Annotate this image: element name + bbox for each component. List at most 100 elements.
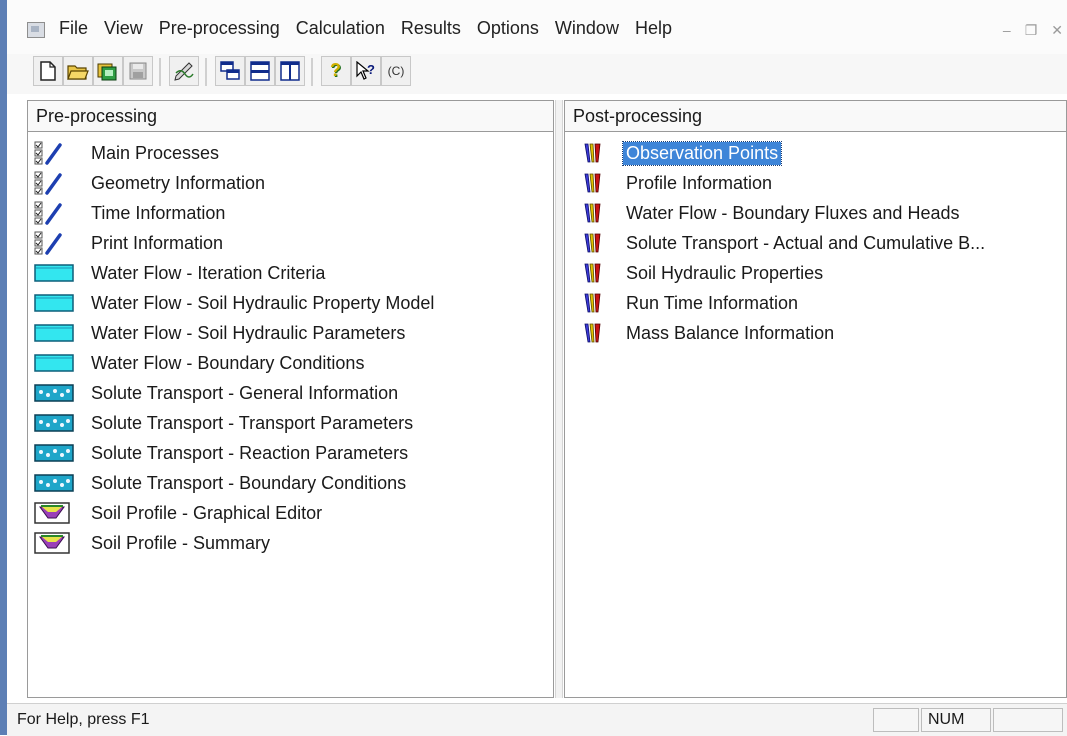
- list-item-label: Water Flow - Soil Hydraulic Property Mod…: [91, 292, 435, 313]
- menu-options[interactable]: Options: [469, 14, 547, 44]
- water-flow-icon: [34, 291, 82, 315]
- menu-help[interactable]: Help: [627, 14, 680, 44]
- list-item[interactable]: Water Flow - Boundary Fluxes and Heads: [565, 198, 1066, 228]
- result-chart-icon: [583, 321, 615, 345]
- solute-transport-icon: [34, 411, 82, 435]
- result-chart-icon: [583, 141, 615, 165]
- list-item-label: Print Information: [91, 232, 224, 253]
- list-item[interactable]: Main Processes: [28, 138, 553, 168]
- menu-pre-processing[interactable]: Pre-processing: [151, 14, 288, 44]
- list-item-label: Soil Profile - Graphical Editor: [91, 502, 323, 523]
- open-folder-icon[interactable]: [63, 56, 93, 86]
- panel-splitter[interactable]: [555, 100, 563, 698]
- list-item[interactable]: Soil Profile - Graphical Editor: [28, 498, 553, 528]
- result-chart-icon: [583, 261, 615, 285]
- cascade-windows-icon[interactable]: [215, 56, 245, 86]
- minimize-icon[interactable]: ‒: [1003, 22, 1011, 39]
- list-item-label: Water Flow - Boundary Fluxes and Heads: [626, 202, 960, 223]
- list-item-label: Water Flow - Soil Hydraulic Parameters: [91, 322, 406, 343]
- list-item-label: Water Flow - Boundary Conditions: [91, 352, 365, 373]
- edit-pencil-icon[interactable]: [169, 56, 199, 86]
- pre-processing-header: Pre-processing: [28, 101, 553, 132]
- list-item-label: Solute Transport - Boundary Conditions: [91, 472, 407, 493]
- checklist-pencil-icon: [34, 141, 82, 165]
- result-chart-icon: [583, 201, 615, 225]
- list-item[interactable]: Solute Transport - General Information: [28, 378, 553, 408]
- result-chart-icon: [583, 171, 615, 195]
- context-help-icon[interactable]: ?: [351, 56, 381, 86]
- list-item[interactable]: Solute Transport - Reaction Parameters: [28, 438, 553, 468]
- status-pane-empty: [873, 708, 919, 732]
- help-icon[interactable]: ??: [321, 56, 351, 86]
- list-item[interactable]: Time Information: [28, 198, 553, 228]
- soil-profile-icon: [34, 531, 82, 555]
- list-item-label: Mass Balance Information: [626, 322, 835, 343]
- solute-transport-icon: [34, 381, 82, 405]
- menu-results[interactable]: Results: [393, 14, 469, 44]
- list-item-label: Solute Transport - General Information: [91, 382, 399, 403]
- toolbar-separator: [159, 58, 161, 86]
- list-item[interactable]: Geometry Information: [28, 168, 553, 198]
- tile-vertical-icon[interactable]: [275, 56, 305, 86]
- list-item[interactable]: Solute Transport - Transport Parameters: [28, 408, 553, 438]
- list-item-label: Solute Transport - Reaction Parameters: [91, 442, 409, 463]
- list-item-label: Geometry Information: [91, 172, 266, 193]
- num-lock-indicator: NUM: [921, 708, 991, 732]
- menu-file[interactable]: File: [51, 14, 96, 44]
- post-processing-header: Post-processing: [565, 101, 1066, 132]
- copyright-icon[interactable]: (C): [381, 56, 411, 86]
- list-item-label: Solute Transport - Transport Parameters: [91, 412, 414, 433]
- list-item-label: Soil Profile - Summary: [91, 532, 271, 553]
- menu-items: File View Pre-processing Calculation Res…: [51, 14, 680, 44]
- new-document-icon[interactable]: [33, 56, 63, 86]
- svg-text:?: ?: [330, 61, 341, 80]
- tile-horizontal-icon[interactable]: [245, 56, 275, 86]
- list-item[interactable]: Water Flow - Soil Hydraulic Property Mod…: [28, 288, 553, 318]
- restore-icon[interactable]: ❐: [1025, 22, 1038, 39]
- list-item[interactable]: Water Flow - Iteration Criteria: [28, 258, 553, 288]
- project-manager-icon[interactable]: [93, 56, 123, 86]
- list-item[interactable]: Solute Transport - Boundary Conditions: [28, 468, 553, 498]
- toolbar: ?? ? (C): [7, 54, 1067, 94]
- app-system-menu-icon[interactable]: [27, 22, 45, 38]
- pre-processing-list: Main Processes Geometry Information Time…: [28, 132, 553, 558]
- list-item[interactable]: Soil Hydraulic Properties: [565, 258, 1066, 288]
- solute-transport-icon: [34, 471, 82, 495]
- list-item-label: Profile Information: [626, 172, 773, 193]
- window-left-border: [0, 0, 7, 735]
- post-processing-panel: Post-processing Observation Points Profi…: [564, 100, 1067, 698]
- status-help-text: For Help, press F1: [17, 711, 150, 728]
- list-item[interactable]: Run Time Information: [565, 288, 1066, 318]
- water-flow-icon: [34, 321, 82, 345]
- list-item[interactable]: Soil Profile - Summary: [28, 528, 553, 558]
- list-item-label: Soil Hydraulic Properties: [626, 262, 824, 283]
- list-item[interactable]: Water Flow - Soil Hydraulic Parameters: [28, 318, 553, 348]
- result-chart-icon: [583, 291, 615, 315]
- menu-calculation[interactable]: Calculation: [288, 14, 393, 44]
- close-icon[interactable]: ✕: [1051, 22, 1063, 39]
- list-item-label: Observation Points: [621, 140, 783, 166]
- list-item[interactable]: Print Information: [28, 228, 553, 258]
- pre-processing-panel: Pre-processing Main Processes Geometry I…: [27, 100, 554, 698]
- list-item[interactable]: Solute Transport - Actual and Cumulative…: [565, 228, 1066, 258]
- checklist-pencil-icon: [34, 231, 82, 255]
- toolbar-separator: [205, 58, 207, 86]
- hydrus-main-window: File View Pre-processing Calculation Res…: [7, 0, 1067, 736]
- post-processing-list: Observation Points Profile Information W…: [565, 132, 1066, 348]
- list-item-label: Water Flow - Iteration Criteria: [91, 262, 326, 283]
- toolbar-separator: [311, 58, 313, 86]
- save-icon[interactable]: [123, 56, 153, 86]
- soil-profile-icon: [34, 501, 82, 525]
- menu-window[interactable]: Window: [547, 14, 627, 44]
- list-item[interactable]: Profile Information: [565, 168, 1066, 198]
- menu-view[interactable]: View: [96, 14, 151, 44]
- water-flow-icon: [34, 261, 82, 285]
- status-pane-scroll: [993, 708, 1063, 732]
- list-item[interactable]: Water Flow - Boundary Conditions: [28, 348, 553, 378]
- list-item-selected[interactable]: Observation Points: [565, 138, 1066, 168]
- window-controls: ‒ ❐ ✕: [1003, 22, 1063, 39]
- list-item[interactable]: Mass Balance Information: [565, 318, 1066, 348]
- solute-transport-icon: [34, 441, 82, 465]
- list-item-label: Time Information: [91, 202, 226, 223]
- list-item-label: Solute Transport - Actual and Cumulative…: [626, 232, 986, 253]
